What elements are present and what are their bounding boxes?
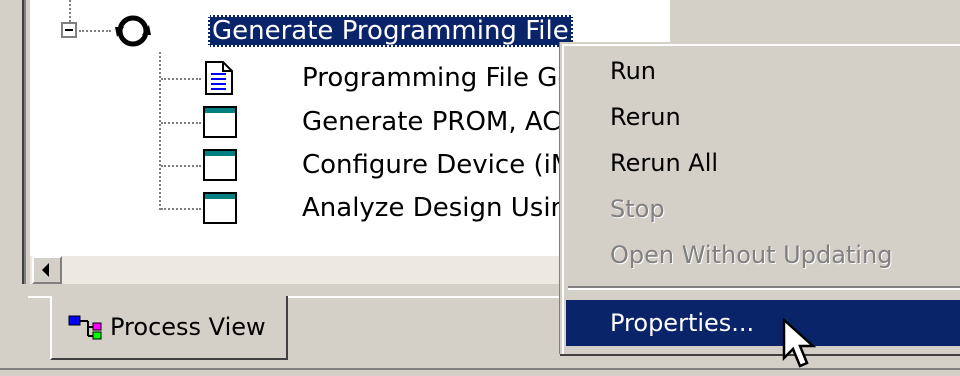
collapse-expander-icon[interactable] (61, 22, 77, 38)
menu-item-rerun[interactable]: Rerun (566, 94, 960, 140)
tree-item-label: Generate Programming File (208, 15, 573, 47)
menu-item-run[interactable]: Run (566, 48, 960, 94)
context-menu: Run Rerun Rerun All Stop Open Without Up… (560, 42, 960, 354)
menu-item-label: Run (610, 57, 657, 85)
tree-line (79, 30, 111, 32)
menu-item-stop: Stop (566, 186, 960, 232)
refresh-icon (115, 15, 151, 47)
menu-item-label: Stop (610, 195, 665, 223)
left-frame-border (0, 0, 26, 300)
menu-item-rerun-all[interactable]: Rerun All (566, 140, 960, 186)
tree-line (161, 165, 201, 167)
process-window-icon (203, 149, 237, 181)
menu-item-label: Properties... (610, 309, 755, 337)
menu-separator (568, 286, 960, 290)
tree-line (161, 208, 201, 210)
menu-item-label: Rerun All (610, 149, 719, 177)
menu-item-open-without-updating: Open Without Updating (566, 232, 960, 278)
tree-line (69, 0, 71, 22)
process-window-icon (203, 106, 237, 138)
process-view-icon (68, 315, 102, 340)
tree-line (161, 122, 201, 124)
scroll-left-arrow-icon[interactable] (32, 256, 62, 284)
tab-label: Process View (110, 313, 266, 341)
tab-process-view[interactable]: Process View (50, 296, 288, 360)
tree-item-generate-programming-file[interactable]: Generate Programming File (208, 11, 573, 51)
tree-line (159, 52, 161, 210)
process-window-icon (203, 192, 237, 224)
menu-item-properties[interactable]: Properties... (566, 300, 960, 346)
tree-line (161, 78, 201, 80)
mouse-pointer-icon (782, 318, 817, 368)
menu-item-label: Rerun (610, 103, 681, 131)
report-document-icon (205, 61, 233, 95)
menu-item-label: Open Without Updating (610, 241, 893, 269)
